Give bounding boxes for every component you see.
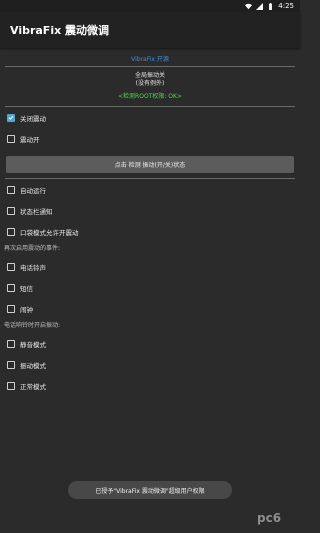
option-disable-vibration[interactable]: 关闭震动: [0, 107, 300, 128]
checkbox-icon[interactable]: [7, 360, 15, 369]
root-status: <检测ROOT权限: OK>: [118, 93, 182, 100]
option-label: 口袋模式允许开震动: [20, 228, 79, 237]
option-normal-mode[interactable]: 正常模式: [0, 375, 300, 396]
option-enable-vibration[interactable]: 震动开: [0, 128, 300, 149]
checkbox-icon[interactable]: [7, 134, 15, 143]
app-title: VibraFix 震动微调: [10, 24, 110, 37]
open-source-link[interactable]: VibraFix 开源: [0, 54, 300, 66]
checkbox-icon[interactable]: [7, 206, 15, 215]
option-label: 震动开: [20, 135, 40, 144]
checkbox-icon[interactable]: [7, 262, 15, 271]
check-vibration-state-button[interactable]: 点击 检测 振动(开/关)状态: [6, 156, 294, 173]
option-ringtone[interactable]: 电话铃声: [0, 256, 300, 277]
checkbox-icon[interactable]: [7, 185, 15, 194]
global-vibration-exception: (没有例外): [135, 80, 165, 87]
option-pocket-mode[interactable]: 口袋模式允许开震动: [0, 221, 300, 242]
option-label: 正常模式: [20, 382, 46, 391]
signal-icon: [256, 2, 264, 10]
checkbox-icon[interactable]: [7, 339, 15, 348]
event-options: 电话铃声 短信 闹钟: [0, 256, 300, 319]
section-label-events: 再次启用震动的事件:: [4, 245, 61, 252]
vibration-toggle-group: 关闭震动 震动开: [0, 107, 300, 149]
checkbox-checked-icon[interactable]: [7, 113, 15, 122]
section-label-ringing: 电话响铃时开启振动:: [4, 322, 61, 329]
pc6-watermark-logo: pc6: [257, 511, 281, 525]
option-label: 状态栏通知: [20, 207, 53, 216]
checkbox-icon[interactable]: [7, 304, 15, 313]
checkbox-icon[interactable]: [7, 381, 15, 390]
svg-text:pc6: pc6: [257, 511, 281, 525]
header-info: VibraFix 开源 全局振动关 (没有例外) <检测ROOT权限: OK>: [0, 48, 300, 107]
ring-options: 静音模式 振动模式 正常模式: [0, 333, 300, 396]
toast-message: 已授予"VibraFix 震动微调"超级用户权限: [68, 481, 232, 499]
checkbox-icon[interactable]: [7, 227, 15, 236]
checkbox-icon[interactable]: [7, 283, 15, 292]
option-label: 电话铃声: [20, 263, 46, 272]
option-label: 关闭震动: [20, 114, 46, 123]
status-time: 4:25: [278, 2, 294, 10]
option-statusbar-notification[interactable]: 状态栏通知: [0, 200, 300, 221]
option-label: 短信: [20, 284, 33, 293]
global-vibration-status: 全局振动关: [134, 72, 165, 79]
general-options: 自动运行 状态栏通知 口袋模式允许开震动: [0, 179, 300, 242]
status-bar: 4:25: [0, 0, 300, 12]
app-toolbar: VibraFix 震动微调: [0, 12, 300, 48]
option-label: 自动运行: [20, 186, 46, 195]
option-sms[interactable]: 短信: [0, 277, 300, 298]
battery-icon: [269, 2, 273, 10]
option-autostart[interactable]: 自动运行: [0, 179, 300, 200]
option-label: 振动模式: [20, 361, 46, 370]
wifi-icon: [245, 3, 253, 9]
option-label: 闹钟: [20, 305, 33, 314]
option-label: 静音模式: [20, 340, 46, 349]
option-silent-mode[interactable]: 静音模式: [0, 333, 300, 354]
option-vibrate-mode[interactable]: 振动模式: [0, 354, 300, 375]
option-alarm[interactable]: 闹钟: [0, 298, 300, 319]
